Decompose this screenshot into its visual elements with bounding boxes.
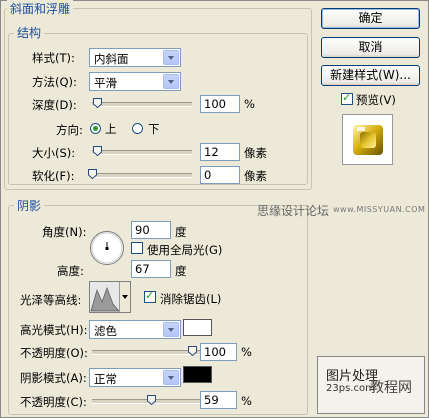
ok-button[interactable]: 确定 — [321, 8, 420, 29]
highlight-opacity-thumb[interactable] — [188, 346, 197, 356]
gloss-contour-label: 光泽等高线: — [20, 293, 82, 307]
shadow-mode-dropdown[interactable]: 正常 — [89, 368, 181, 387]
shadow-color-swatch[interactable] — [183, 366, 212, 383]
technique-label: 方法(Q): — [32, 75, 77, 89]
angle-dial[interactable] — [89, 230, 125, 266]
highlight-mode-label: 高光模式(H): — [20, 323, 88, 337]
angle-input[interactable]: 90 — [131, 221, 171, 239]
soften-input[interactable]: 0 — [200, 166, 240, 184]
shadow-opacity-thumb[interactable] — [147, 395, 156, 405]
highlight-opacity-input[interactable]: 100 — [200, 343, 237, 361]
soften-slider-thumb[interactable] — [88, 169, 97, 179]
angle-label: 角度(N): — [42, 225, 87, 239]
altitude-label: 高度: — [57, 264, 84, 278]
soften-label: 软化(F): — [32, 169, 75, 183]
depth-slider-track[interactable] — [92, 102, 192, 107]
stamp-line3: 教程网 — [370, 380, 412, 396]
size-slider-thumb[interactable] — [93, 146, 102, 156]
highlight-opacity-unit: % — [241, 345, 252, 359]
anti-aliased-label: 消除锯齿(L) — [160, 292, 222, 306]
highlight-mode-dropdown[interactable]: 滤色 — [89, 320, 181, 339]
angle-unit: 度 — [175, 225, 187, 239]
shadow-mode-value: 正常 — [94, 372, 117, 386]
chevron-down-icon[interactable] — [163, 50, 179, 65]
highlight-mode-value: 滤色 — [94, 324, 117, 338]
site-watermark: www.MISSYUAN.COM — [333, 205, 426, 214]
depth-unit: % — [244, 97, 255, 111]
structure-title: 结构 — [14, 24, 45, 41]
cancel-button[interactable]: 取消 — [321, 37, 420, 58]
altitude-unit: 度 — [175, 264, 187, 278]
technique-dropdown[interactable]: 平滑 — [89, 72, 181, 91]
highlight-color-swatch[interactable] — [183, 319, 212, 336]
preview-label: 预览(V) — [356, 93, 396, 107]
size-unit: 像素 — [244, 146, 267, 160]
direction-label: 方向: — [56, 123, 83, 137]
highlight-opacity-track[interactable] — [92, 350, 200, 355]
bevel-emboss-title: 斜面和浮雕 — [7, 0, 74, 17]
shadow-opacity-unit: % — [241, 394, 252, 408]
technique-value: 平滑 — [94, 76, 117, 90]
style-value: 内斜面 — [94, 52, 129, 66]
style-dropdown[interactable]: 内斜面 — [89, 48, 181, 67]
direction-up-label: 上 — [105, 122, 117, 136]
gold-bevel-preview-graphic — [353, 125, 383, 155]
chevron-down-icon[interactable] — [163, 322, 179, 337]
shading-title: 阴影 — [14, 197, 45, 214]
contour-preview-icon — [90, 282, 120, 312]
chevron-down-icon — [122, 295, 128, 299]
direction-up-radio[interactable] — [90, 123, 101, 134]
style-label: 样式(T): — [32, 51, 75, 65]
forum-watermark: 思缘设计论坛 — [257, 204, 330, 218]
highlight-opacity-label: 不透明度(O): — [20, 346, 88, 360]
gloss-contour-picker[interactable] — [89, 281, 131, 313]
size-input[interactable]: 12 — [200, 143, 240, 161]
shadow-mode-label: 阴影模式(A): — [20, 371, 87, 385]
soften-slider-track[interactable] — [92, 173, 192, 178]
depth-label: 深度(D): — [32, 98, 77, 112]
anti-aliased-checkbox[interactable] — [144, 289, 156, 303]
preview-checkbox[interactable] — [341, 91, 353, 105]
global-light-checkbox[interactable] — [131, 242, 143, 254]
global-light-label: 使用全局光(G) — [147, 243, 223, 257]
shadow-opacity-input[interactable]: 59 — [200, 391, 237, 409]
stamp-line2: 23ps.com — [326, 383, 375, 394]
depth-input[interactable]: 100 — [200, 95, 240, 113]
depth-slider-thumb[interactable] — [93, 98, 102, 108]
direction-down-radio[interactable] — [132, 123, 143, 134]
shadow-opacity-label: 不透明度(C): — [20, 395, 87, 409]
size-label: 大小(S): — [32, 146, 76, 160]
contour-arrow-button[interactable] — [119, 282, 130, 312]
soften-unit: 像素 — [244, 169, 267, 183]
angle-dial-graphic — [90, 231, 124, 265]
size-slider-track[interactable] — [92, 150, 192, 155]
direction-down-label: 下 — [148, 122, 160, 136]
chevron-down-icon[interactable] — [163, 74, 179, 89]
watermark-stamp: 图片处理 23ps.com 教程网 — [317, 356, 425, 414]
style-preview-thumbnail — [342, 114, 393, 165]
new-style-button[interactable]: 新建样式(W)... — [321, 65, 420, 86]
altitude-input[interactable]: 67 — [131, 260, 171, 278]
chevron-down-icon[interactable] — [163, 370, 179, 385]
shadow-opacity-track[interactable] — [92, 399, 200, 404]
